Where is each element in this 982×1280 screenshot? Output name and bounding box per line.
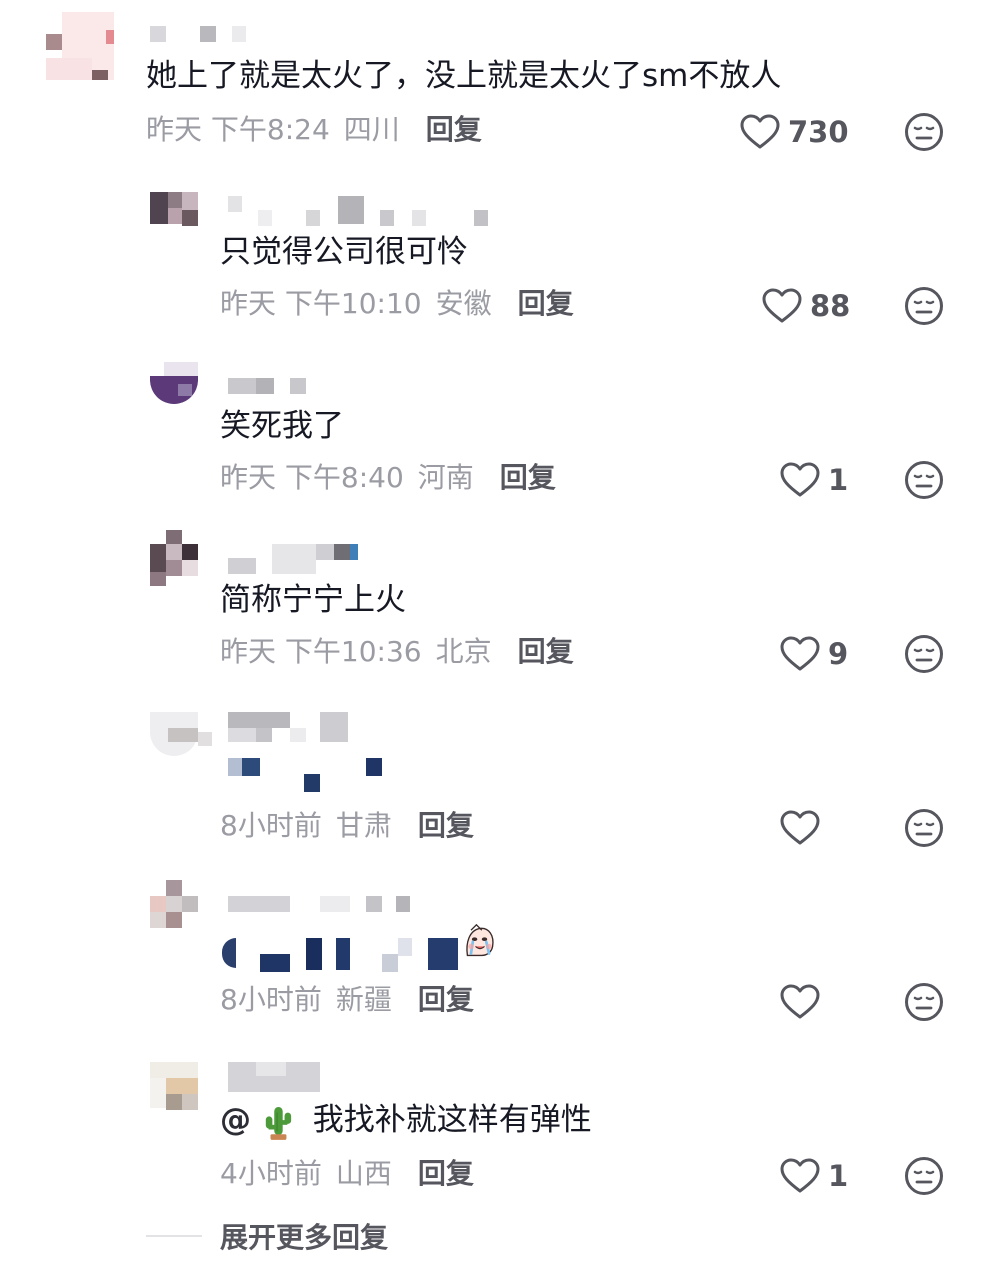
avatar[interactable] — [150, 712, 212, 758]
like-count: 9 — [828, 637, 849, 671]
username-blurred[interactable] — [228, 378, 308, 394]
comment-text: 笑死我了 — [220, 408, 344, 444]
comment-text-blurred — [228, 758, 388, 792]
comment-time: 昨天 下午8:40 — [220, 461, 404, 494]
comment-location: 河南 — [417, 461, 474, 494]
comment-time: 昨天 下午10:10 — [220, 287, 422, 320]
comment-meta: 8小时前 新疆 回复 — [220, 982, 474, 1018]
username-blurred[interactable] — [228, 544, 364, 574]
username-blurred[interactable] — [228, 712, 352, 742]
reply-button[interactable]: 回复 — [418, 808, 474, 844]
comment-location: 新疆 — [335, 983, 392, 1016]
like-count: 730 — [788, 115, 849, 149]
like-button[interactable]: 88 — [762, 286, 850, 326]
reply-button[interactable]: 回复 — [518, 634, 574, 670]
neutral-face-icon[interactable] — [904, 1156, 944, 1196]
neutral-face-icon[interactable] — [904, 286, 944, 326]
neutral-face-icon[interactable] — [904, 808, 944, 848]
expand-more-replies[interactable]: 展开更多回复 — [146, 1216, 388, 1256]
comment-location: 山西 — [335, 1157, 392, 1190]
like-count: 1 — [828, 1159, 849, 1193]
comment-time: 昨天 下午10:36 — [220, 635, 422, 668]
comment-time: 4小时前 — [220, 1157, 322, 1190]
comment-meta: 8小时前 甘肃 回复 — [220, 808, 474, 844]
reply-button[interactable]: 回复 — [418, 982, 474, 1018]
like-button[interactable]: 9 — [780, 634, 848, 674]
comment-location: 安徽 — [435, 287, 492, 320]
reply-button[interactable]: 回复 — [426, 112, 482, 148]
heart-outline-icon — [780, 462, 820, 497]
comment-meta: 昨天 下午8:40 河南 回复 — [220, 460, 556, 496]
avatar[interactable] — [150, 530, 212, 590]
avatar[interactable] — [150, 1062, 212, 1112]
avatar[interactable] — [150, 362, 212, 408]
avatar[interactable] — [46, 12, 114, 80]
username-blurred[interactable] — [228, 1062, 320, 1092]
comment-text: 她上了就是太火了，没上就是太火了sm不放人 — [146, 58, 782, 94]
neutral-face-icon[interactable] — [904, 460, 944, 500]
username-blurred[interactable] — [228, 896, 414, 912]
cactus-emoji — [265, 1106, 291, 1140]
avatar[interactable] — [150, 192, 212, 238]
reply-button[interactable]: 回复 — [418, 1156, 474, 1192]
comment-location: 北京 — [435, 635, 492, 668]
neutral-face-icon[interactable] — [904, 112, 944, 152]
divider-line — [146, 1235, 202, 1237]
crying-sticker-icon — [466, 923, 494, 957]
like-button[interactable] — [780, 808, 820, 848]
heart-outline-icon — [762, 288, 802, 323]
reply-button[interactable]: 回复 — [500, 460, 556, 496]
comment-meta: 昨天 下午8:24 四川 回复 — [146, 112, 482, 148]
comment-text: @ 我找补就这样有弹性 — [220, 1100, 592, 1141]
like-button[interactable]: 1 — [780, 1156, 848, 1196]
username-blurred[interactable] — [228, 196, 492, 226]
comment-text: 只觉得公司很可怜 — [220, 234, 468, 270]
comment-location: 四川 — [343, 113, 400, 146]
comment-meta: 昨天 下午10:36 北京 回复 — [220, 634, 574, 670]
like-count: 1 — [828, 463, 849, 497]
comment-time: 8小时前 — [220, 809, 322, 842]
mention[interactable]: @ — [220, 1102, 251, 1138]
heart-outline-icon — [780, 984, 820, 1019]
heart-outline-icon — [780, 636, 820, 671]
comment-meta: 昨天 下午10:10 安徽 回复 — [220, 286, 574, 322]
like-button[interactable]: 730 — [740, 112, 849, 152]
comment-time: 8小时前 — [220, 983, 322, 1016]
avatar[interactable] — [150, 880, 212, 932]
heart-outline-icon — [780, 1158, 820, 1193]
username-blurred[interactable] — [150, 26, 250, 42]
neutral-face-icon[interactable] — [904, 634, 944, 674]
heart-outline-icon — [740, 114, 780, 149]
comment-text-body: 我找补就这样有弹性 — [312, 1102, 592, 1138]
comment-text-blurred — [222, 938, 462, 972]
reply-button[interactable]: 回复 — [518, 286, 574, 322]
heart-outline-icon — [780, 810, 820, 845]
comment-text: 简称宁宁上火 — [220, 582, 406, 618]
like-button[interactable]: 1 — [780, 460, 848, 500]
expand-more-label[interactable]: 展开更多回复 — [220, 1216, 388, 1256]
comment-meta: 4小时前 山西 回复 — [220, 1156, 474, 1192]
neutral-face-icon[interactable] — [904, 982, 944, 1022]
like-button[interactable] — [780, 982, 820, 1022]
like-count: 88 — [810, 289, 851, 323]
comment-location: 甘肃 — [335, 809, 392, 842]
comment-time: 昨天 下午8:24 — [146, 113, 330, 146]
